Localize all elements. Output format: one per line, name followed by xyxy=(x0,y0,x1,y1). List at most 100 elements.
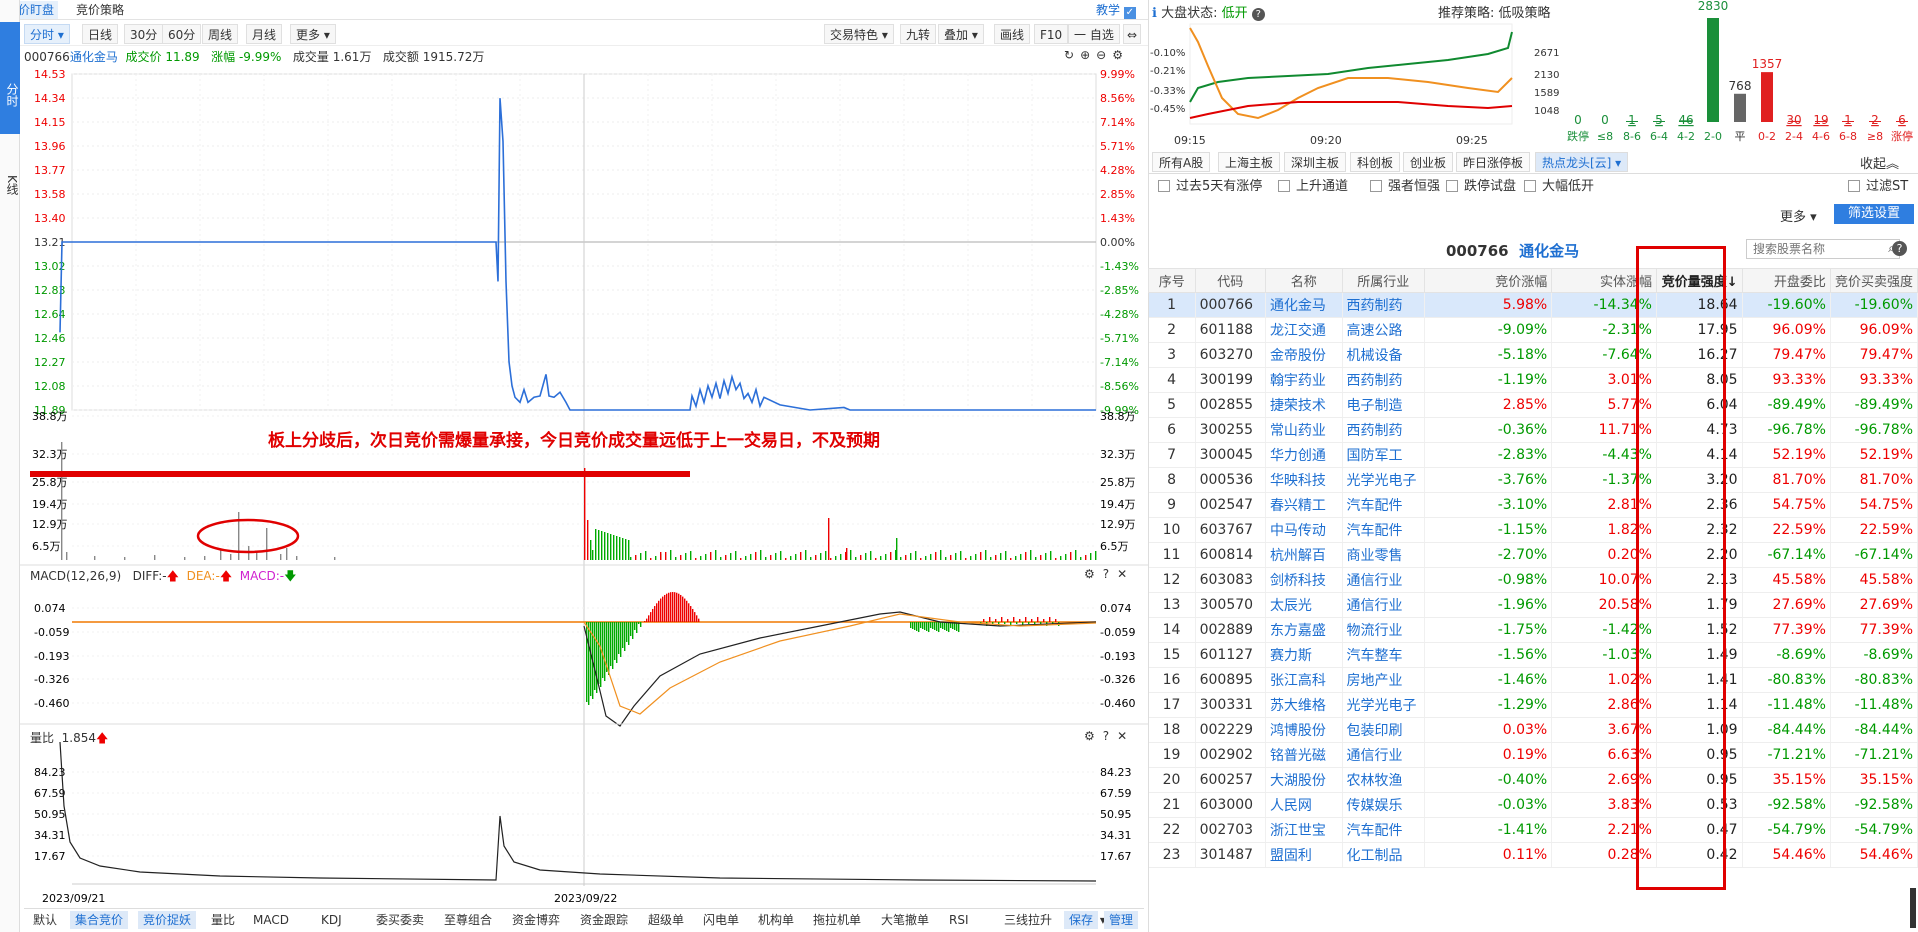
draw-line-button[interactable]: 画线 xyxy=(994,24,1031,44)
board-tab[interactable]: 上海主板 xyxy=(1218,152,1281,172)
chart-controls[interactable]: ↻⊕⊖⚙ xyxy=(1064,48,1129,62)
table-cell[interactable]: 翰宇药业 xyxy=(1265,367,1343,393)
period-month-button[interactable]: 月线 xyxy=(246,24,283,44)
table-cell[interactable]: 华力创通 xyxy=(1265,442,1343,468)
zoom-out-icon[interactable]: ⊖ xyxy=(1096,48,1112,62)
filter-settings-button[interactable]: 筛选设置 xyxy=(1834,204,1914,224)
table-row[interactable]: 19 002902 铭普光磁 通信行业 0.19% 6.63% 0.95 -71.21% -71… xyxy=(1148,742,1918,768)
table-row[interactable]: 22 002703 浙江世宝 汽车配件 -1.41% 2.21% 0.47 -54.79% -5… xyxy=(1148,817,1918,843)
stock-search-input[interactable] xyxy=(1747,240,1871,258)
indicator-tab[interactable]: 委买委卖 xyxy=(371,911,429,929)
indicator-tab[interactable]: KDJ xyxy=(316,911,347,929)
table-row[interactable]: 10 603767 中马传动 汽车配件 -1.15% 1.82% 2.32 22.59% 22.… xyxy=(1148,517,1918,543)
table-row[interactable]: 23 301487 盟固利 化工制品 0.11% 0.28% 0.42 54.46% 54.46… xyxy=(1148,842,1918,868)
table-cell[interactable]: 大湖股份 xyxy=(1265,767,1343,793)
column-header[interactable]: 开盘委比 xyxy=(1741,268,1831,293)
period-60min-button[interactable]: 60分 xyxy=(162,24,202,44)
table-cell[interactable]: 铭普光磁 xyxy=(1265,742,1343,768)
indicator-tab[interactable]: 超级单 xyxy=(643,911,689,929)
filter-checkbox[interactable]: 强者恒强 xyxy=(1370,178,1440,196)
table-cell[interactable]: 东方嘉盛 xyxy=(1265,617,1343,643)
table-row[interactable]: 9 002547 春兴精工 汽车配件 -3.10% 2.81% 2.36 54.75% 54.7… xyxy=(1148,492,1918,518)
table-row[interactable]: 5 002855 捷荣技术 电子制造 2.85% 5.77% 6.04 -89.49% -89.… xyxy=(1148,392,1918,418)
board-tab[interactable]: 所有A股 xyxy=(1152,152,1211,172)
column-header[interactable]: 竞价买卖强度 xyxy=(1829,268,1918,293)
scrollbar-thumb[interactable] xyxy=(1910,888,1916,928)
table-cell[interactable]: 华映科技 xyxy=(1265,467,1343,493)
table-row[interactable]: 3 603270 金帝股份 机械设备 -5.18% -7.64% 16.27 79.47% 79… xyxy=(1148,342,1918,368)
table-cell[interactable]: 春兴精工 xyxy=(1265,492,1343,518)
table-row[interactable]: 21 603000 人民网 传媒娱乐 -0.03% 3.83% 0.53 -92.58% -92… xyxy=(1148,792,1918,818)
help-icon[interactable]: ? xyxy=(1103,567,1117,581)
manage-button[interactable]: 管理 xyxy=(1104,911,1139,929)
table-cell[interactable]: 通化金马 xyxy=(1265,292,1343,318)
collapse-button[interactable]: 收起︽ xyxy=(1860,153,1899,172)
overlay-button[interactable]: 叠加 ▾ xyxy=(938,24,984,44)
table-row[interactable]: 12 603083 剑桥科技 通信行业 -0.98% 10.07% 2.13 45.58% 45… xyxy=(1148,567,1918,593)
more-button[interactable]: 更多 ▾ xyxy=(1780,206,1817,225)
table-cell[interactable]: 盟固利 xyxy=(1265,842,1343,868)
f10-button[interactable]: F10 xyxy=(1034,24,1069,44)
period-week-button[interactable]: 周线 xyxy=(202,24,239,44)
table-row[interactable]: 18 002229 鸿博股份 包装印刷 0.03% 3.67% 1.09 -84.44% -84… xyxy=(1148,717,1918,743)
gear-icon[interactable]: ⚙ xyxy=(1084,729,1103,743)
filter-st-checkbox[interactable]: 过滤ST xyxy=(1848,178,1908,196)
indicator-tab[interactable]: 资金跟踪 xyxy=(575,911,633,929)
indicator-tab[interactable]: MACD xyxy=(248,911,294,929)
table-cell[interactable]: 剑桥科技 xyxy=(1265,567,1343,593)
gear-icon[interactable]: ⚙ xyxy=(1084,567,1103,581)
indicator-tab[interactable]: 三线拉升 xyxy=(999,911,1057,929)
column-header[interactable]: 代码 xyxy=(1194,268,1266,293)
table-row[interactable]: 17 300331 苏大维格 光学光电子 -1.29% 2.86% 1.14 -11.48% -… xyxy=(1148,692,1918,718)
indicator-tab[interactable]: 竞价捉妖 xyxy=(138,911,197,929)
refresh-icon[interactable]: ↻ xyxy=(1064,48,1080,62)
filter-checkbox[interactable]: 上升通道 xyxy=(1278,178,1348,196)
filter-checkbox[interactable]: 跌停试盘 xyxy=(1446,178,1516,196)
stock-search-box[interactable]: ⌕ xyxy=(1746,239,1900,259)
table-row[interactable]: 1 000766 通化金马 西药制药 5.98% -14.34% 18.64 -19.60% -… xyxy=(1148,292,1918,318)
filter-checkbox[interactable]: 大幅低开 xyxy=(1524,178,1594,196)
help-icon[interactable]: ? xyxy=(1103,729,1117,743)
filter-checkbox[interactable]: 过去5天有涨停 xyxy=(1158,178,1262,196)
table-cell[interactable]: 常山药业 xyxy=(1265,417,1343,443)
ratio-panel-controls[interactable]: ⚙?✕ xyxy=(1084,729,1135,743)
table-cell[interactable]: 金帝股份 xyxy=(1265,342,1343,368)
table-cell[interactable]: 鸿博股份 xyxy=(1265,717,1343,743)
tab-auction-strategy[interactable]: 竞价策略 xyxy=(72,1,128,19)
table-row[interactable]: 2 601188 龙江交通 高速公路 -9.09% -2.31% 17.95 96.09% 96… xyxy=(1148,317,1918,343)
expand-icon[interactable]: ⇔ xyxy=(1123,24,1142,44)
close-icon[interactable]: ✕ xyxy=(1117,567,1135,581)
indicator-tab[interactable]: 默认 xyxy=(28,911,62,929)
gear-icon[interactable]: ⚙ xyxy=(1112,48,1129,62)
table-cell[interactable]: 龙江交通 xyxy=(1265,317,1343,343)
board-tab[interactable]: 昨日涨停板 xyxy=(1456,152,1531,172)
table-row[interactable]: 8 000536 华映科技 光学光电子 -3.76% -1.37% 3.20 81.70% 81… xyxy=(1148,467,1918,493)
indicator-tab[interactable]: 机构单 xyxy=(753,911,799,929)
table-cell[interactable]: 杭州解百 xyxy=(1265,542,1343,568)
indicator-tab[interactable]: 大笔撤单 xyxy=(876,911,934,929)
table-cell[interactable]: 苏大维格 xyxy=(1265,692,1343,718)
table-cell[interactable]: 捷荣技术 xyxy=(1265,392,1343,418)
macd-panel-controls[interactable]: ⚙?✕ xyxy=(1084,567,1135,581)
board-tab[interactable]: 深圳主板 xyxy=(1284,152,1347,172)
column-header[interactable]: 序号 xyxy=(1148,268,1196,293)
indicator-tab[interactable]: RSI xyxy=(944,911,974,929)
zoom-in-icon[interactable]: ⊕ xyxy=(1080,48,1096,62)
indicator-tab[interactable]: 至尊组合 xyxy=(439,911,497,929)
indicator-tab[interactable]: 拖拉机单 xyxy=(808,911,866,929)
column-header[interactable]: 所属行业 xyxy=(1341,268,1425,293)
table-row[interactable]: 20 600257 大湖股份 农林牧渔 -0.40% 2.69% 0.95 35.15% 35.… xyxy=(1148,767,1918,793)
close-icon[interactable]: ✕ xyxy=(1117,729,1135,743)
nine-turn-button[interactable]: 九转 xyxy=(900,24,937,44)
table-row[interactable]: 16 600895 张江高科 房地产业 -1.46% 1.02% 1.41 -80.83% -8… xyxy=(1148,667,1918,693)
trade-feature-button[interactable]: 交易特色 ▾ xyxy=(824,24,894,44)
board-tab[interactable]: 热点龙头[云] ▾ xyxy=(1535,152,1629,172)
table-row[interactable]: 11 600814 杭州解百 商业零售 -2.70% 0.20% 2.20 -67.14% -6… xyxy=(1148,542,1918,568)
table-cell[interactable]: 赛力斯 xyxy=(1265,642,1343,668)
indicator-tab[interactable]: 集合竞价 xyxy=(70,911,129,929)
indicator-tab[interactable]: 量比 xyxy=(206,911,240,929)
self-select-button[interactable]: 一 自选 xyxy=(1068,24,1120,44)
table-cell[interactable]: 浙江世宝 xyxy=(1265,817,1343,843)
teach-link[interactable]: 教学 ✓ xyxy=(1092,1,1140,19)
table-row[interactable]: 14 002889 东方嘉盛 物流行业 -1.75% -1.42% 1.52 77.39% 77… xyxy=(1148,617,1918,643)
